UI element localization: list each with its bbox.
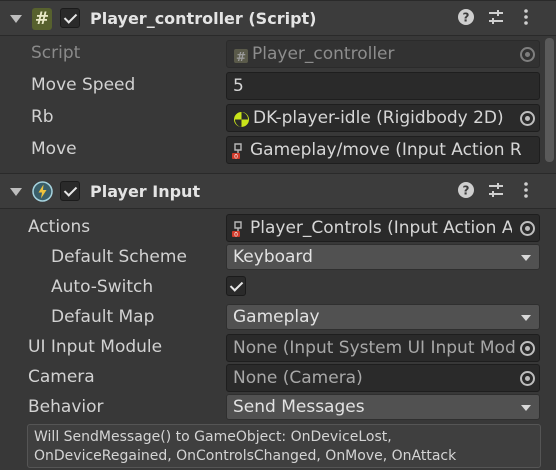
rb-label: Rb — [31, 107, 54, 127]
script-label: Script — [31, 43, 81, 63]
foldout-arrow-icon[interactable] — [10, 15, 22, 23]
object-picker-icon[interactable] — [520, 341, 535, 356]
svg-text:0: 0 — [234, 154, 238, 161]
chevron-down-icon — [521, 255, 531, 261]
chevron-down-icon — [521, 315, 531, 321]
actions-value: Player_Controls (Input Action A — [250, 218, 512, 238]
rb-object-field[interactable]: DK-player-idle (Rigidbody 2D) — [226, 104, 540, 132]
svg-text:?: ? — [463, 184, 470, 198]
svg-text:0: 0 — [234, 232, 238, 239]
default-scheme-value: Keyboard — [233, 247, 313, 267]
player-controller-header[interactable]: # Player_controller (Script) ? — [0, 0, 556, 36]
player-input-icon — [32, 181, 53, 206]
player-input-header[interactable]: Player Input ? — [0, 173, 556, 209]
camera-object-field[interactable]: None (Camera) — [226, 364, 540, 392]
behavior-help-box: Will SendMessage() to GameObject: OnDevi… — [27, 424, 541, 468]
ui-input-module-object-field[interactable]: None (Input System UI Input Mod — [226, 334, 540, 362]
script-hash-icon: # — [32, 8, 52, 30]
player-input-enabled-checkbox[interactable] — [60, 181, 80, 201]
svg-text:#: # — [236, 50, 246, 64]
move-speed-input[interactable]: 5 — [226, 72, 540, 100]
default-scheme-dropdown[interactable]: Keyboard — [226, 244, 540, 270]
help-line-1: Will SendMessage() to GameObject: OnDevi… — [34, 429, 392, 445]
script-value: Player_controller — [252, 44, 395, 64]
component-title: Player Input — [90, 182, 201, 201]
component-title: Player_controller (Script) — [90, 9, 317, 28]
camera-value: None (Camera) — [233, 368, 363, 388]
help-icon[interactable]: ? — [456, 181, 476, 203]
actions-object-field[interactable]: 0 Player_Controls (Input Action A — [226, 214, 540, 242]
ui-input-module-label: UI Input Module — [28, 337, 163, 357]
help-line-2: OnDeviceRegained, OnControlsChanged, OnM… — [34, 448, 457, 464]
behavior-label: Behavior — [28, 397, 104, 417]
move-object-field[interactable]: 0 Gameplay/move (Input Action R — [226, 136, 540, 164]
auto-switch-checkbox[interactable] — [226, 276, 246, 296]
camera-label: Camera — [28, 367, 95, 387]
script-field: # Player_controller — [226, 40, 540, 68]
move-value: Gameplay/move (Input Action R — [250, 140, 522, 160]
default-scheme-label: Default Scheme — [51, 247, 187, 267]
rigidbody-icon — [233, 110, 250, 131]
kebab-menu-icon[interactable] — [516, 8, 536, 30]
object-picker-icon[interactable] — [520, 221, 535, 236]
default-map-value: Gameplay — [233, 307, 320, 327]
input-action-icon: 0 — [231, 142, 247, 163]
kebab-menu-icon[interactable] — [516, 181, 536, 203]
default-map-label: Default Map — [51, 307, 155, 327]
scrollbar[interactable] — [545, 38, 554, 162]
foldout-arrow-icon[interactable] — [10, 188, 22, 196]
rb-value: DK-player-idle (Rigidbody 2D) — [253, 108, 504, 128]
ui-input-module-value: None (Input System UI Input Mod — [233, 338, 515, 358]
object-picker-icon[interactable] — [520, 111, 535, 126]
default-map-dropdown[interactable]: Gameplay — [226, 304, 540, 330]
help-icon[interactable]: ? — [456, 8, 476, 30]
actions-label: Actions — [28, 217, 91, 237]
script-hash-icon: # — [233, 46, 249, 67]
chevron-down-icon — [521, 405, 531, 411]
preset-sliders-icon[interactable] — [486, 181, 506, 203]
player-controller-enabled-checkbox[interactable] — [60, 8, 80, 28]
svg-text:?: ? — [463, 11, 470, 25]
behavior-dropdown[interactable]: Send Messages — [226, 394, 540, 420]
preset-sliders-icon[interactable] — [486, 8, 506, 30]
object-picker-icon[interactable] — [520, 371, 535, 386]
move-label: Move — [31, 139, 77, 159]
input-action-icon: 0 — [231, 220, 247, 241]
behavior-value: Send Messages — [233, 397, 365, 417]
object-picker-icon — [520, 47, 535, 62]
move-speed-label: Move Speed — [31, 75, 136, 95]
auto-switch-label: Auto-Switch — [51, 277, 154, 297]
